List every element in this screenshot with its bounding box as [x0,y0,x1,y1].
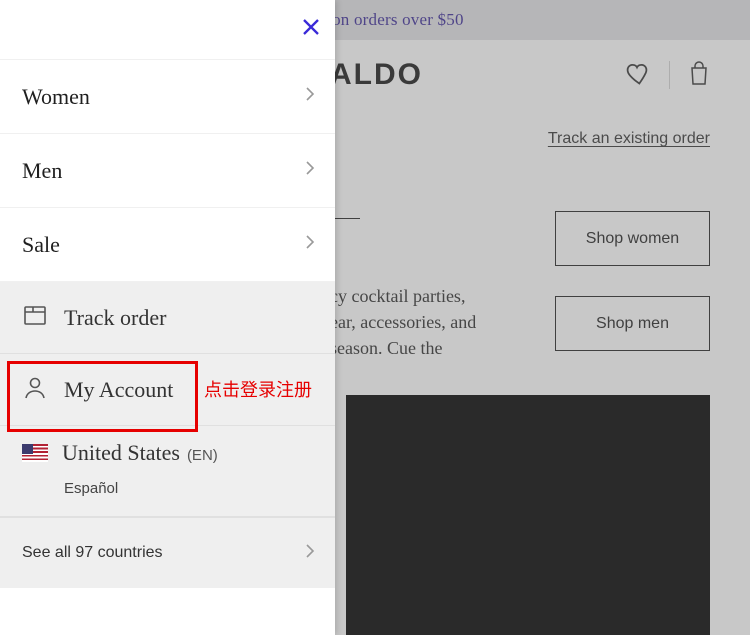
nav-label: Women [22,84,90,110]
see-all-countries[interactable]: See all 97 countries [0,518,335,588]
us-flag-icon [22,444,48,462]
wishlist-icon[interactable] [623,59,651,92]
shop-women-button[interactable]: Shop women [555,211,710,266]
region-suffix: (EN) [187,447,218,464]
nav-item-sale[interactable]: Sale [0,208,335,282]
track-order-link[interactable]: Track an existing order [330,130,710,148]
region-item[interactable]: United States (EN) Español [0,426,335,517]
close-icon[interactable] [299,15,323,44]
chevron-right-icon [305,543,315,564]
chevron-right-icon [305,86,315,107]
region-name: United States [62,440,180,465]
nav-label: Sale [22,232,60,258]
nav-label: Men [22,158,62,184]
secondary-section: Track order My Account United States (EN… [0,282,335,518]
hero-line: cy cocktail parties, [330,286,465,306]
sec-label: My Account [64,377,173,403]
bag-icon[interactable] [688,60,710,91]
see-all-label: See all 97 countries [22,544,163,562]
my-account-item[interactable]: My Account [0,354,335,426]
hero-copy: cy cocktail parties, ear, accessories, a… [330,283,476,361]
chevron-right-icon [305,234,315,255]
track-order-item[interactable]: Track order [0,282,335,354]
hero-line: ear, accessories, and [330,312,476,332]
user-icon [22,374,48,405]
shop-men-button[interactable]: Shop men [555,296,710,351]
chevron-right-icon [305,160,315,181]
nav-item-women[interactable]: Women [0,60,335,134]
brand-logo: ALDO [330,58,423,92]
hero-line: season. Cue the [330,338,442,358]
nav-item-men[interactable]: Men [0,134,335,208]
package-icon [22,302,48,333]
alt-language-link[interactable]: Español [64,480,118,497]
nav-drawer: Women Men Sale Track order [0,0,335,635]
header-divider [669,61,670,89]
sec-label: Track order [64,305,166,331]
hero-image-block [346,395,710,635]
